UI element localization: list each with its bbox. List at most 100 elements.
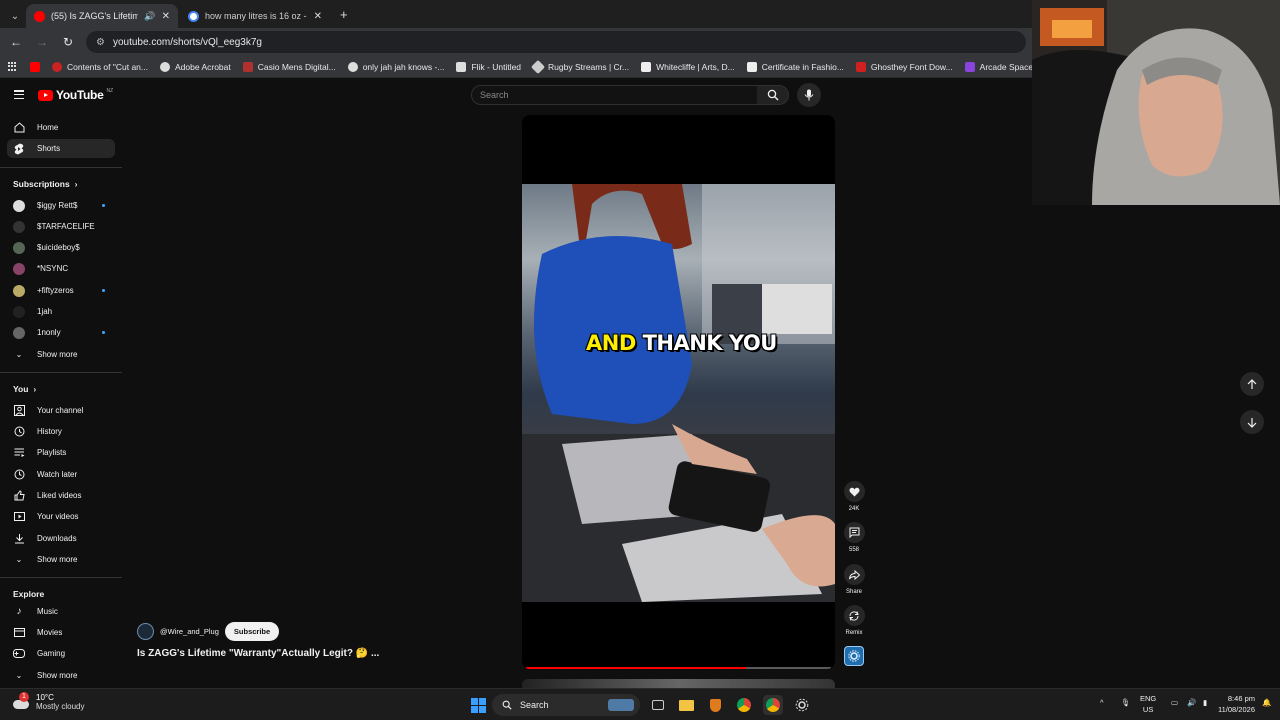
shorts-player[interactable]: AND THANK YOU <box>522 115 835 669</box>
windows-start-icon[interactable] <box>468 695 488 715</box>
like-count: 24K <box>848 506 860 512</box>
file-explorer-icon[interactable] <box>676 695 696 715</box>
bookmark-item[interactable]: Flik - Untitled <box>456 61 521 72</box>
next-short-button[interactable] <box>1240 410 1264 434</box>
sidebar-item-shorts[interactable]: Shorts <box>7 139 115 158</box>
url-field[interactable]: ⚙ youtube.com/shorts/vQl_eeg3k7g <box>86 31 1026 53</box>
show-more-explore[interactable]: ⌄ Show more <box>7 666 115 685</box>
microphone-icon <box>804 89 814 101</box>
bookmark-youtube[interactable] <box>30 61 40 72</box>
show-more-subscriptions[interactable]: ⌄ Show more <box>7 345 115 364</box>
voice-search-button[interactable] <box>797 83 821 107</box>
show-more-you[interactable]: ⌄ Show more <box>7 550 115 569</box>
chrome-active-icon[interactable] <box>763 695 783 715</box>
sidebar-item-label: Music <box>37 607 58 616</box>
bookmark-item[interactable]: Contents of "Cut an... <box>52 61 148 72</box>
sidebar-sub-item[interactable]: +fiftyzeros <box>7 281 115 300</box>
sidebar-sub-item[interactable]: *NSYNC <box>7 259 115 278</box>
speaker-icon[interactable]: 🔊 <box>144 11 155 22</box>
sidebar-item-movies[interactable]: Movies <box>7 623 115 642</box>
sidebar-item-your-videos[interactable]: Your videos <box>7 507 115 526</box>
like-button[interactable] <box>843 481 865 502</box>
search-icon <box>502 700 512 710</box>
task-view-icon[interactable] <box>648 695 668 715</box>
shield-icon[interactable] <box>705 695 725 715</box>
comment-action[interactable]: 558 <box>843 522 865 553</box>
close-tab-icon[interactable]: ✕ <box>162 11 170 22</box>
channel-avatar <box>13 241 25 254</box>
bookmark-item[interactable]: Adobe Acrobat <box>159 61 231 72</box>
sidebar-sub-item[interactable]: $iggy Rett$ <box>7 196 115 215</box>
sidebar-item-history[interactable]: History <box>7 422 115 441</box>
caption-highlight: AND <box>586 331 636 355</box>
sidebar-item-gaming[interactable]: Gaming <box>7 644 115 663</box>
search-input[interactable]: Search <box>471 85 758 105</box>
language-indicator[interactable]: ENG US <box>1140 693 1156 715</box>
menu-icon[interactable] <box>14 90 24 99</box>
bookmark-item[interactable]: Ghosthey Font Dow... <box>855 61 953 72</box>
arrow-down-icon <box>1247 417 1257 428</box>
bookmark-label: Whitecliffe | Arts, D... <box>656 61 735 72</box>
tray-overflow-icon[interactable]: ^ <box>1100 697 1104 708</box>
sidebar-item-music[interactable]: ♪ Music <box>7 602 115 621</box>
sidebar-item-home[interactable]: Home <box>7 118 115 137</box>
video-frame[interactable]: AND THANK YOU <box>522 184 835 602</box>
tab-youtube[interactable]: (55) Is ZAGG's Lifetime "Wa 🔊 ✕ <box>26 4 178 28</box>
sidebar-item-playlists[interactable]: Playlists <box>7 443 115 462</box>
remix-action[interactable]: Remix <box>843 605 865 636</box>
notifications-icon[interactable]: 🔔 <box>1262 697 1271 708</box>
sidebar-item-downloads[interactable]: Downloads <box>7 529 115 548</box>
bookmark-item[interactable]: Rugby Streams | Cr... <box>530 59 629 74</box>
search-button[interactable] <box>757 85 789 105</box>
bookmark-item[interactable]: Casio Mens Digital... <box>242 61 336 72</box>
network-icon[interactable]: ▭ <box>1171 697 1178 708</box>
share-button[interactable] <box>843 564 865 585</box>
sidebar-sub-item[interactable]: $TARFACELIFE <box>7 217 115 236</box>
subscribe-button[interactable]: Subscribe <box>224 622 280 641</box>
progress-bar[interactable] <box>526 667 831 669</box>
new-tab-icon[interactable]: + <box>340 7 348 22</box>
subscriptions-heading[interactable]: Subscriptions › <box>13 179 77 189</box>
apps-icon[interactable] <box>8 61 18 72</box>
share-action[interactable]: Share <box>843 564 865 595</box>
remix-button[interactable] <box>843 605 865 626</box>
microphone-tray-icon[interactable]: 🎙 <box>1121 697 1131 708</box>
watch-later-icon <box>13 469 25 481</box>
clock-date: 11/08/2026 <box>1218 705 1255 714</box>
bookmark-item[interactable]: Whitecliffe | Arts, D... <box>641 61 735 72</box>
weather-widget[interactable]: 1 10°C Mostly cloudy <box>12 692 84 711</box>
close-tab-icon[interactable]: ✕ <box>314 11 322 22</box>
sidebar-sub-item[interactable]: $uicideboy$ <box>7 238 115 257</box>
volume-icon[interactable]: 🔊 <box>1187 697 1196 708</box>
tab-search-icon[interactable]: ⌄ <box>4 4 26 28</box>
url-text: youtube.com/shorts/vQl_eeg3k7g <box>112 36 262 48</box>
tab-google[interactable]: how many litres is 16 oz - Goog ✕ <box>180 4 330 28</box>
sidebar-sub-item[interactable]: 1nonly <box>7 323 115 342</box>
previous-short-button[interactable] <box>1240 372 1264 396</box>
sidebar-item-watch-later[interactable]: Watch later <box>7 465 115 484</box>
site-info-icon[interactable]: ⚙ <box>96 37 105 48</box>
audio-source-thumbnail[interactable] <box>844 646 864 666</box>
sidebar-item-liked-videos[interactable]: Liked videos <box>7 486 115 505</box>
sidebar-sub-item[interactable]: 1jah <box>7 302 115 321</box>
youtube-logo[interactable]: YouTube NZ <box>38 88 113 102</box>
bookmark-favicon-icon <box>456 61 467 72</box>
back-icon[interactable]: ← <box>8 34 24 50</box>
channel-avatar[interactable] <box>137 623 154 640</box>
taskbar-search[interactable]: Search <box>492 694 640 716</box>
comment-button[interactable] <box>843 522 865 543</box>
bookmark-item[interactable]: only jah jah knows -... <box>347 61 444 72</box>
settings-icon[interactable] <box>792 695 812 715</box>
forward-icon[interactable]: → <box>34 34 50 50</box>
sidebar-item-your-channel[interactable]: Your channel <box>7 401 115 420</box>
reload-icon[interactable]: ↻ <box>60 34 76 50</box>
you-heading[interactable]: You › <box>13 384 36 394</box>
chrome-icon[interactable] <box>734 695 754 715</box>
clock[interactable]: 8:46 pm 11/08/2026 <box>1207 693 1255 715</box>
sidebar-item-label: Show more <box>37 350 78 359</box>
like-action[interactable]: 24K <box>843 481 865 512</box>
channel-handle[interactable]: @Wire_and_Plug <box>160 627 219 636</box>
bookmark-item[interactable]: Certificate in Fashio... <box>746 61 844 72</box>
short-title[interactable]: Is ZAGG's Lifetime "Warranty"Actually Le… <box>137 648 379 659</box>
sidebar-item-label: Watch later <box>37 470 78 479</box>
